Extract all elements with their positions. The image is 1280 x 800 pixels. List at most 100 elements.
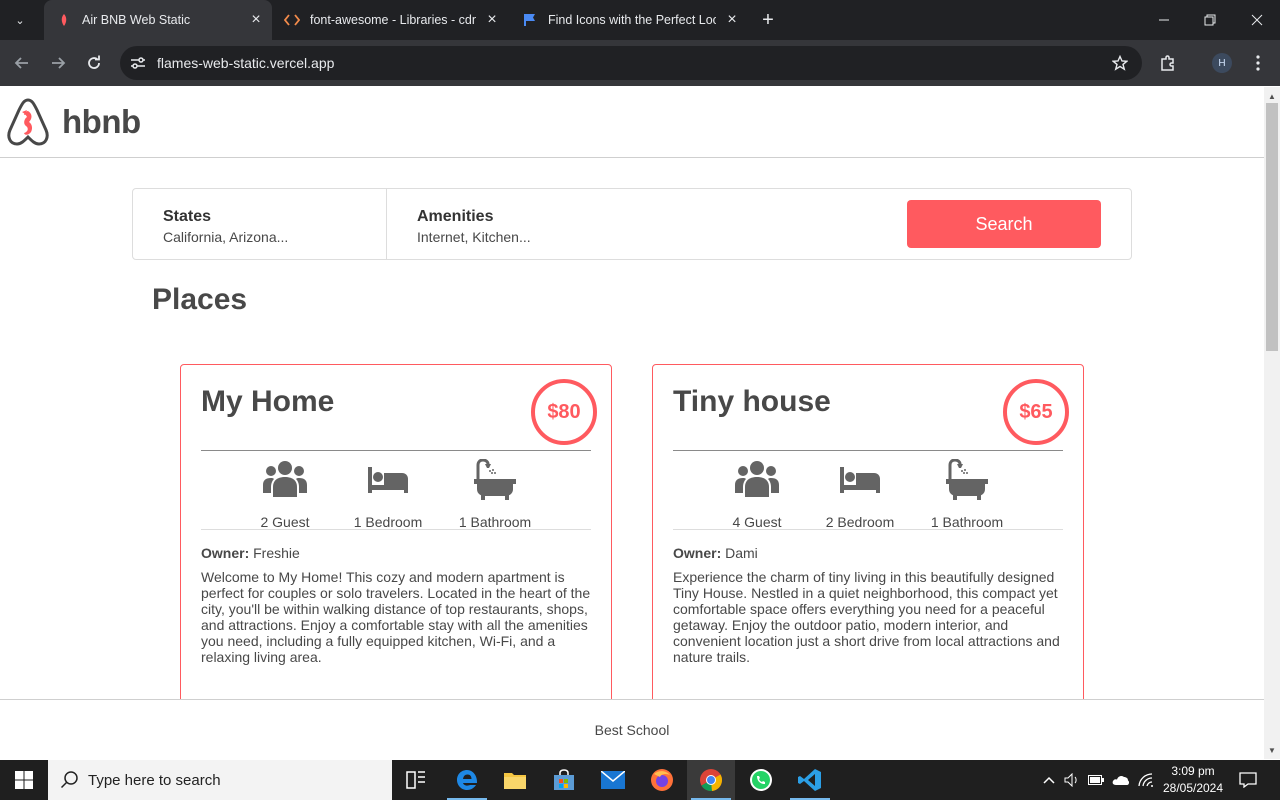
bed-icon bbox=[368, 467, 408, 493]
guest-count: 2 Guest bbox=[260, 514, 310, 530]
back-arrow-icon[interactable] bbox=[10, 51, 34, 75]
owner-line: Owner: Dami bbox=[673, 545, 758, 561]
logo-text[interactable]: hbnb bbox=[62, 103, 141, 141]
divider bbox=[201, 529, 591, 530]
minimize-icon[interactable] bbox=[1141, 0, 1187, 40]
search-icon bbox=[60, 771, 78, 789]
whatsapp-icon[interactable] bbox=[737, 760, 785, 800]
guest-info: 2 Guest bbox=[249, 459, 321, 530]
places-title: Places bbox=[152, 283, 248, 316]
amenities-filter-title: Amenities bbox=[417, 208, 494, 225]
tab-airbnb[interactable]: Air BNB Web Static × bbox=[44, 0, 272, 40]
scroll-thumb[interactable] bbox=[1266, 103, 1278, 351]
states-filter[interactable]: States California, Arizona... bbox=[133, 189, 387, 259]
states-filter-value: California, Arizona... bbox=[163, 229, 289, 245]
bath-icon bbox=[946, 458, 988, 500]
tab-font-awesome[interactable]: font-awesome - Libraries - cdnjs × bbox=[284, 0, 504, 40]
windows-start-icon[interactable] bbox=[0, 760, 48, 800]
tab-title: font-awesome - Libraries - cdnjs bbox=[310, 13, 476, 27]
bedroom-count: 2 Bedroom bbox=[825, 514, 895, 530]
scroll-up-arrow-icon[interactable]: ▲ bbox=[1264, 89, 1280, 103]
owner-label: Owner: bbox=[673, 545, 722, 561]
taskbar-search-placeholder: Type here to search bbox=[88, 772, 221, 789]
search-button[interactable]: Search bbox=[907, 200, 1101, 248]
price-badge: $65 bbox=[1003, 379, 1069, 445]
microsoft-store-icon[interactable] bbox=[540, 760, 588, 800]
place-description: Experience the charm of tiny living in t… bbox=[673, 569, 1060, 665]
amenities-filter-value: Internet, Kitchen... bbox=[417, 229, 531, 245]
owner-name: Dami bbox=[725, 545, 758, 561]
taskbar-search-box[interactable]: Type here to search bbox=[48, 760, 392, 800]
more-menu-icon[interactable] bbox=[1246, 51, 1270, 75]
guest-info: 4 Guest bbox=[721, 459, 793, 530]
task-view-icon[interactable] bbox=[392, 760, 440, 800]
address-bar[interactable]: flames-web-static.vercel.app bbox=[120, 46, 1142, 80]
volume-icon[interactable] bbox=[1062, 760, 1082, 800]
bath-icon bbox=[474, 458, 516, 500]
chrome-icon[interactable] bbox=[687, 760, 735, 800]
clock-time: 3:09 pm bbox=[1171, 764, 1215, 778]
window-close-icon[interactable] bbox=[1234, 0, 1280, 40]
filters-bar: States California, Arizona... Amenities … bbox=[132, 188, 1132, 260]
file-explorer-icon[interactable] bbox=[491, 760, 539, 800]
place-card: My Home $80 2 Guest 1 Bedroom 1 Bathroom… bbox=[180, 364, 612, 724]
profile-avatar[interactable]: H bbox=[1212, 53, 1232, 73]
browser-toolbar: flames-web-static.vercel.app bbox=[0, 40, 1280, 86]
users-icon bbox=[735, 461, 779, 497]
firefox-icon[interactable] bbox=[638, 760, 686, 800]
place-card: Tiny house $65 4 Guest 2 Bedroom 1 Bathr… bbox=[652, 364, 1084, 724]
bookmark-star-icon[interactable] bbox=[1110, 53, 1130, 73]
page-viewport: hbnb States California, Arizona... Ameni… bbox=[0, 87, 1264, 759]
bed-icon bbox=[840, 467, 880, 493]
divider bbox=[673, 450, 1063, 451]
url-text: flames-web-static.vercel.app bbox=[157, 55, 335, 71]
bathroom-count: 1 Bathroom bbox=[930, 514, 1004, 530]
code-icon bbox=[284, 12, 300, 28]
place-info: 2 Guest 1 Bedroom 1 Bathroom bbox=[201, 458, 591, 530]
show-hidden-icons-chevron-icon[interactable] bbox=[1040, 760, 1058, 800]
site-footer: Best School bbox=[0, 699, 1264, 759]
tab-search-chevron-icon[interactable]: ⌄ bbox=[8, 10, 32, 30]
new-tab-plus-icon[interactable]: + bbox=[756, 8, 780, 32]
guest-count: 4 Guest bbox=[732, 514, 782, 530]
forward-arrow-icon[interactable] bbox=[46, 51, 70, 75]
footer-text: Best School bbox=[594, 721, 670, 738]
onedrive-cloud-icon[interactable] bbox=[1110, 760, 1132, 800]
page-scrollbar[interactable]: ▲ ▼ bbox=[1264, 87, 1280, 759]
price-badge: $80 bbox=[531, 379, 597, 445]
divider bbox=[201, 450, 591, 451]
bedroom-info: 2 Bedroom bbox=[819, 459, 901, 530]
users-icon bbox=[263, 461, 307, 497]
vscode-icon[interactable] bbox=[786, 760, 834, 800]
edge-icon[interactable] bbox=[443, 760, 491, 800]
place-info: 4 Guest 2 Bedroom 1 Bathroom bbox=[673, 458, 1063, 530]
restore-icon[interactable] bbox=[1187, 0, 1233, 40]
close-icon[interactable]: × bbox=[722, 10, 742, 30]
site-settings-icon[interactable] bbox=[128, 53, 148, 73]
wifi-icon[interactable] bbox=[1136, 760, 1156, 800]
scroll-down-arrow-icon[interactable]: ▼ bbox=[1264, 743, 1280, 757]
clock-date: 28/05/2024 bbox=[1162, 781, 1224, 795]
owner-line: Owner: Freshie bbox=[201, 545, 300, 561]
extensions-puzzle-icon[interactable] bbox=[1156, 51, 1180, 75]
bathroom-count: 1 Bathroom bbox=[458, 514, 532, 530]
mail-icon[interactable] bbox=[589, 760, 637, 800]
states-filter-title: States bbox=[163, 208, 212, 225]
close-icon[interactable]: × bbox=[246, 10, 266, 30]
tab-find-icons[interactable]: Find Icons with the Perfect Look × bbox=[522, 0, 744, 40]
taskbar-clock[interactable]: 3:09 pm 28/05/2024 bbox=[1158, 763, 1228, 797]
battery-icon[interactable] bbox=[1086, 760, 1106, 800]
hbnb-logo-icon[interactable] bbox=[6, 97, 50, 147]
windows-taskbar: Type here to search 3:09 pm 28/05/2024 bbox=[0, 760, 1280, 800]
airbnb-favicon-icon bbox=[56, 12, 72, 28]
amenities-filter[interactable]: Amenities Internet, Kitchen... bbox=[387, 189, 687, 259]
place-description: Welcome to My Home! This cozy and modern… bbox=[201, 569, 591, 665]
tab-title: Find Icons with the Perfect Look bbox=[548, 13, 716, 27]
owner-name: Freshie bbox=[253, 545, 300, 561]
close-icon[interactable]: × bbox=[482, 10, 502, 30]
notifications-icon[interactable] bbox=[1234, 760, 1262, 800]
place-name: My Home bbox=[201, 385, 335, 418]
bathroom-info: 1 Bathroom bbox=[455, 458, 535, 530]
reload-icon[interactable] bbox=[82, 51, 106, 75]
bedroom-info: 1 Bedroom bbox=[347, 459, 429, 530]
